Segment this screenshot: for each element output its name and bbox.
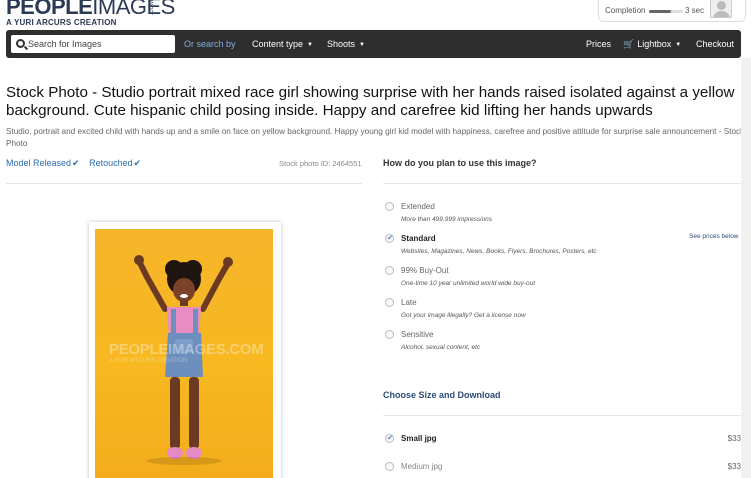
usage-option-desc: Websites, Magazines, News, Books, Flyers… <box>401 248 597 255</box>
choose-size-title: Choose Size and Download <box>383 390 501 400</box>
radio-small-jpg[interactable]: ✔ <box>385 433 394 443</box>
usage-option-desc: Got your image illegally? Get a license … <box>401 312 526 319</box>
shoots-label: Shoots <box>327 39 356 49</box>
size-label: Small jpg <box>401 434 437 443</box>
check-icon: ✔ <box>387 433 394 442</box>
logo-subtitle: A YURI ARCURS CREATION <box>6 18 117 27</box>
search-box[interactable] <box>11 35 175 53</box>
chevron-down-icon: ▼ <box>307 42 313 48</box>
check-icon: ✔ <box>387 233 394 242</box>
search-input[interactable] <box>28 35 173 53</box>
radio-buyout[interactable] <box>385 266 394 275</box>
completion-time: 3 sec <box>685 6 705 15</box>
prices-link[interactable]: Prices <box>586 39 611 49</box>
photo-frame[interactable]: PEOPLEIMAGES.COM A YURI ARCURS CREATION <box>89 222 281 478</box>
radio-extended[interactable] <box>385 202 394 211</box>
shoots-menu[interactable]: Shoots ▼ <box>327 39 365 49</box>
usage-option-desc: Alcohol, sexual content, etc <box>401 344 481 351</box>
avatar[interactable] <box>710 0 732 18</box>
watermark: PEOPLEIMAGES.COM <box>109 341 264 358</box>
chevron-down-icon: ▼ <box>675 42 682 48</box>
check-icon: ✔ <box>72 158 80 168</box>
usage-option-label: Sensitive <box>401 330 434 339</box>
or-search-by-label: Or search by <box>184 39 236 49</box>
usage-option-label: Late <box>401 298 417 307</box>
photo-id: Stock photo ID: 2464551 <box>279 159 362 168</box>
completion-progress-bar <box>649 10 683 13</box>
tag-model-released-label: Model Released <box>6 158 72 168</box>
tag-model-released[interactable]: Model Released✔ <box>6 158 80 168</box>
logo-com: .COM <box>149 0 155 16</box>
divider <box>6 183 362 184</box>
scrollbar[interactable] <box>741 58 751 478</box>
content-type-label: Content type <box>252 39 304 49</box>
checkout-link[interactable]: Checkout <box>696 39 734 49</box>
stock-photo: PEOPLEIMAGES.COM A YURI ARCURS CREATION <box>95 229 273 478</box>
check-icon: ✔ <box>133 158 142 168</box>
size-label: Medium jpg <box>401 462 443 471</box>
completion-label: Completion <box>605 6 646 15</box>
content-type-menu[interactable]: Content type ▼ <box>252 39 313 49</box>
radio-medium-jpg[interactable] <box>385 462 394 471</box>
avatar-head <box>717 1 726 10</box>
radio-standard[interactable]: ✔ <box>385 233 394 243</box>
completion-progress-fill <box>649 10 672 13</box>
page-title: Stock Photo - Studio portrait mixed race… <box>6 84 735 119</box>
lightbox-label: Lightbox <box>637 39 672 49</box>
tags: Model Released✔ Retouched✔ <box>6 158 148 169</box>
tag-retouched[interactable]: Retouched✔ <box>89 158 141 168</box>
divider <box>383 183 741 184</box>
cart-icon: 🛒 <box>623 39 635 49</box>
avatar-body <box>713 11 730 17</box>
usage-option-desc: More than 499,999 impressions <box>401 216 493 223</box>
search-icon <box>16 39 25 48</box>
image-description: Studio, portrait and excited child with … <box>6 127 745 148</box>
usage-option-label: Standard <box>401 234 436 243</box>
tag-retouched-label: Retouched <box>89 158 133 168</box>
usage-option-label: Extended <box>401 202 435 211</box>
divider <box>383 415 741 416</box>
radio-late[interactable] <box>385 298 394 307</box>
usage-question: How do you plan to use this image? <box>383 158 537 168</box>
logo[interactable]: PEOPLEIMAGES .COM A YURI ARCURS CREATION <box>6 0 175 27</box>
lightbox-menu[interactable]: 🛒 Lightbox ▼ <box>623 39 681 50</box>
radio-sensitive[interactable] <box>385 330 394 339</box>
usage-option-desc: One-time 10 year unlimited world wide bu… <box>401 280 536 287</box>
see-prices-link[interactable]: See prices below <box>689 233 739 240</box>
chevron-down-icon: ▼ <box>359 42 365 48</box>
size-price: $33 <box>727 462 741 471</box>
size-price: $33 <box>727 434 741 443</box>
usage-option-label: 99% Buy-Out <box>401 266 449 275</box>
navbar: Or search by Content type▼ Shoots▼ Price… <box>6 30 741 58</box>
watermark-subtitle: A YURI ARCURS CREATION <box>109 358 188 364</box>
